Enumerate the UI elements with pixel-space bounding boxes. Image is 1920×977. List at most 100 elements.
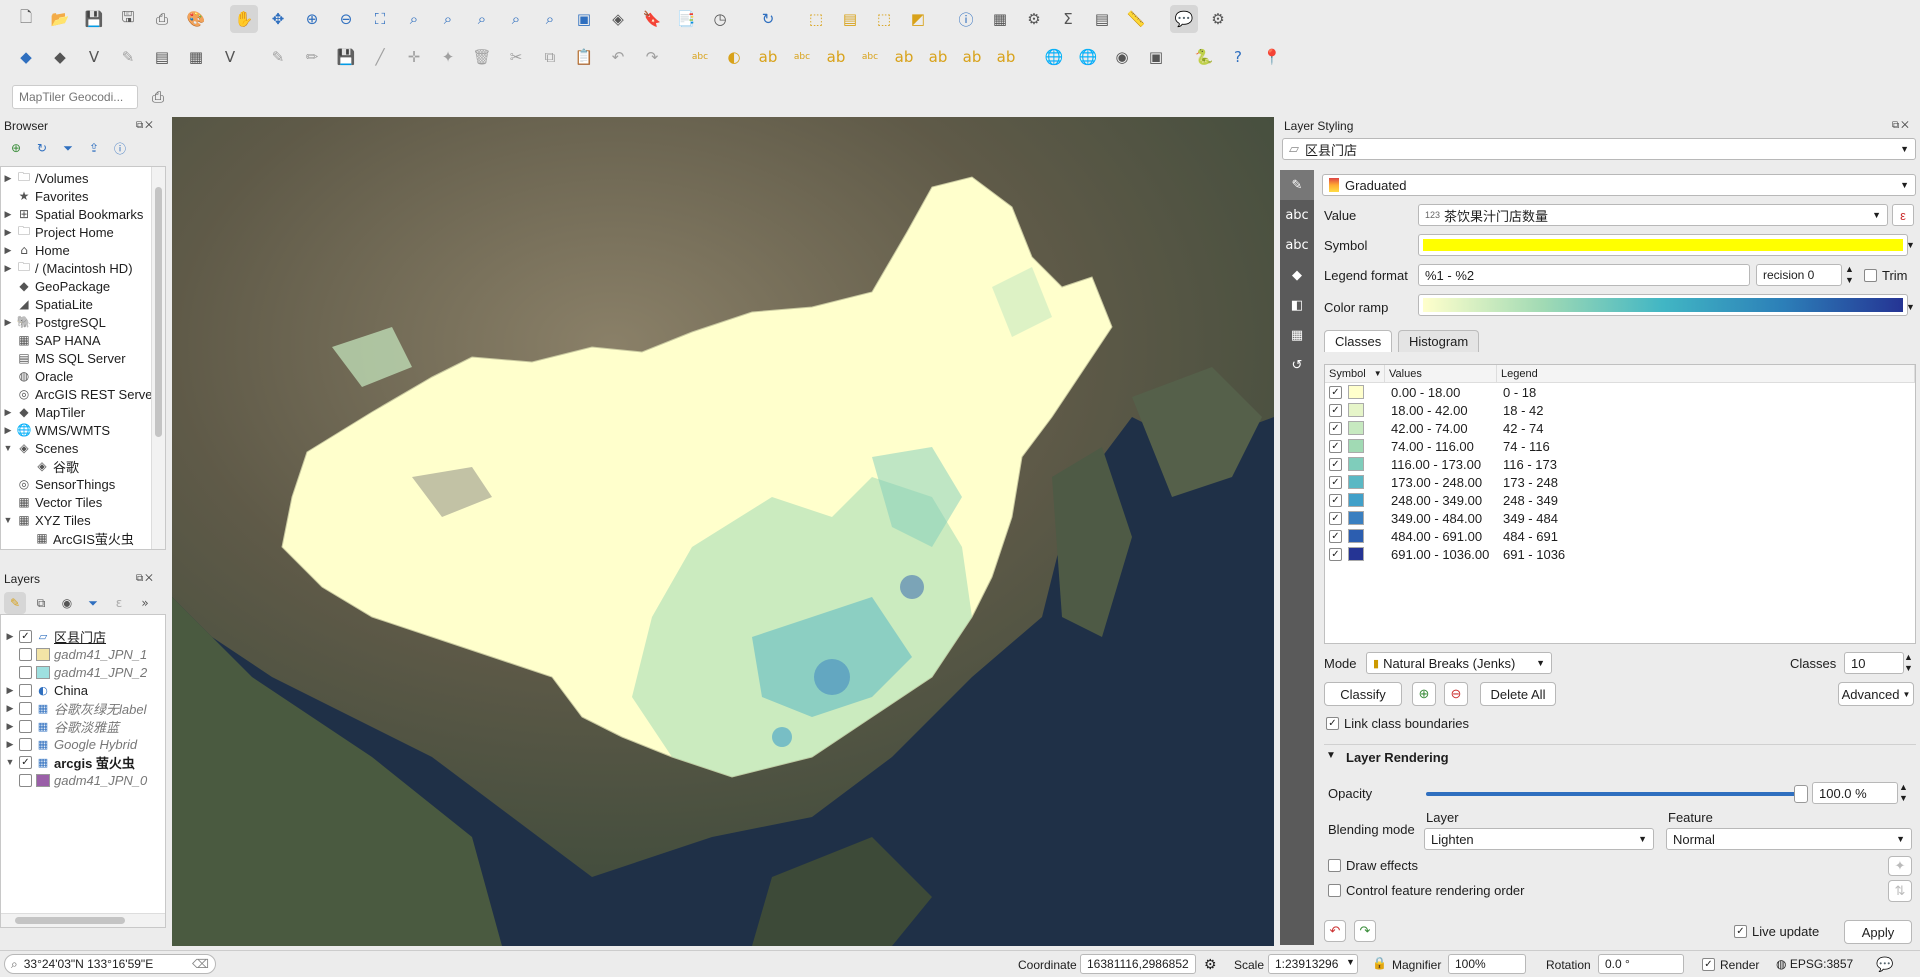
new-3d-view-icon[interactable]: ◈ <box>604 5 632 33</box>
zoom-native-icon[interactable]: ⌕ <box>468 5 496 33</box>
chevron-down-icon[interactable]: ▼ <box>1906 302 1915 312</box>
style-manager-icon[interactable]: 🎨 <box>182 5 210 33</box>
value-field[interactable]: 123 茶饮果汁门店数量 ▼ <box>1418 204 1888 226</box>
layer-item[interactable]: ▶ ▦ Google Hybrid <box>1 735 165 753</box>
delete-icon[interactable]: 🗑 <box>468 43 496 71</box>
pan-to-selection-icon[interactable]: ✥ <box>264 5 292 33</box>
layer-item[interactable]: gadm41_JPN_1 <box>1 645 165 663</box>
layer-visibility-checkbox[interactable] <box>19 773 32 787</box>
browser-item[interactable]: ◈ 谷歌 <box>1 457 165 475</box>
layer-visibility-checkbox[interactable]: ✓ <box>19 629 32 643</box>
clear-icon[interactable]: ⌫ <box>192 957 209 971</box>
browser-item[interactable]: ▼ ▦ XYZ Tiles <box>1 511 165 529</box>
no-action-icon[interactable]: ⚙ <box>1204 5 1232 33</box>
class-checkbox[interactable]: ✓ <box>1329 421 1342 435</box>
coordinate-field[interactable]: 16381116,2986852 <box>1080 954 1196 974</box>
collapsed-arrow-icon[interactable]: ▶ <box>5 721 15 732</box>
class-color-swatch[interactable] <box>1348 385 1364 399</box>
zoom-out-icon[interactable]: ⊖ <box>332 5 360 33</box>
filter-legend-icon[interactable]: ⏷ <box>82 592 104 614</box>
browser-item[interactable]: ▶ 🌐 WMS/WMTS <box>1 421 165 439</box>
class-values[interactable]: 18.00 - 42.00 <box>1385 403 1497 418</box>
robot-icon[interactable]: ◉ <box>1108 43 1136 71</box>
collapse-icon[interactable]: ⇪ <box>84 138 104 158</box>
collapse-arrow-icon[interactable]: ▼ <box>1326 750 1336 761</box>
info-icon[interactable]: ⓘ <box>110 138 130 158</box>
class-legend[interactable]: 42 - 74 <box>1497 421 1543 436</box>
expand-all-icon[interactable]: » <box>134 592 156 614</box>
browser-item[interactable]: ▶ ◆ MapTiler <box>1 403 165 421</box>
refresh-icon[interactable]: ↻ <box>32 138 52 158</box>
class-row[interactable]: ✓ 484.00 - 691.00 484 - 691 <box>1325 527 1915 545</box>
class-row[interactable]: ✓ 349.00 - 484.00 349 - 484 <box>1325 509 1915 527</box>
legend-format-input[interactable]: %1 - %2 <box>1418 264 1750 286</box>
trim-checkbox[interactable] <box>1864 269 1877 282</box>
class-values[interactable]: 173.00 - 248.00 <box>1385 475 1497 490</box>
add-class-icon[interactable]: ⊕ <box>1412 682 1436 706</box>
3d-view-tab-icon[interactable]: ◆ <box>1280 260 1314 290</box>
class-legend[interactable]: 18 - 42 <box>1497 403 1543 418</box>
print-layout-icon[interactable]: ⎙ <box>148 5 176 33</box>
digitize-icon[interactable]: ✎ <box>114 43 142 71</box>
class-color-swatch[interactable] <box>1348 421 1364 435</box>
zoom-to-layer-icon[interactable]: ⌕ <box>434 5 462 33</box>
class-checkbox[interactable]: ✓ <box>1329 439 1342 453</box>
add-feature-icon[interactable]: ╱ <box>366 43 394 71</box>
layer-item[interactable]: ▶ ▦ 谷歌淡雅蓝 <box>1 717 165 735</box>
class-checkbox[interactable]: ✓ <box>1329 511 1342 525</box>
collapsed-arrow-icon[interactable]: ▶ <box>5 685 15 696</box>
measure-icon[interactable]: 📏 <box>1122 5 1150 33</box>
class-color-swatch[interactable] <box>1348 547 1364 561</box>
browser-item[interactable]: ◎ ArcGIS REST Server <box>1 385 165 403</box>
class-legend[interactable]: 248 - 349 <box>1497 493 1558 508</box>
zoom-in-icon[interactable]: ⊕ <box>298 5 326 33</box>
layer-visibility-checkbox[interactable] <box>19 719 32 733</box>
class-checkbox[interactable]: ✓ <box>1329 529 1342 543</box>
globe-grid-icon[interactable]: 🌐 <box>1074 43 1102 71</box>
attribute-table-icon[interactable]: ▦ <box>986 5 1014 33</box>
order-icon[interactable]: ⇅ <box>1888 880 1912 902</box>
layer-visibility-checkbox[interactable] <box>19 737 32 751</box>
collapsed-arrow-icon[interactable]: ▶ <box>1 263 15 274</box>
messages-icon[interactable]: 💬 <box>1876 956 1893 973</box>
class-row[interactable]: ✓ 173.00 - 248.00 173 - 248 <box>1325 473 1915 491</box>
zoom-to-selection-icon[interactable]: ⌕ <box>400 5 428 33</box>
new-project-icon[interactable]: 🗋 <box>12 5 40 33</box>
effects-icon[interactable]: ✦ <box>1888 856 1912 876</box>
new-bookmark-icon[interactable]: 🔖 <box>638 5 666 33</box>
chevron-down-icon[interactable]: ▼ <box>1906 240 1915 250</box>
browser-item[interactable]: ▤ MS SQL Server <box>1 349 165 367</box>
select-by-value-icon[interactable]: ▤ <box>836 5 864 33</box>
tab-classes[interactable]: Classes <box>1324 330 1393 352</box>
show-bookmarks-icon[interactable]: 📑 <box>672 5 700 33</box>
geocoder-input[interactable] <box>12 85 138 109</box>
filter-icon[interactable]: ⏷ <box>58 138 78 158</box>
col-legend[interactable]: Legend <box>1497 365 1915 382</box>
print-icon[interactable]: ⎙ <box>144 83 172 111</box>
open-styling-icon[interactable]: ✎ <box>4 592 26 614</box>
renderer-select[interactable]: Graduated ▼ <box>1322 174 1916 196</box>
manage-visibility-icon[interactable]: ◉ <box>56 592 78 614</box>
layer-item[interactable]: gadm41_JPN_0 <box>1 771 165 789</box>
new-temporary-layer-icon[interactable]: ▤ <box>148 43 176 71</box>
browser-item[interactable]: ▶ 🗀 / (Macintosh HD) <box>1 259 165 277</box>
browser-item[interactable]: ▶ ⌂ Home <box>1 241 165 259</box>
label-highlight-icon[interactable]: ◐ <box>720 43 748 71</box>
remove-class-icon[interactable]: ⊖ <box>1444 682 1468 706</box>
undo-icon[interactable]: ↶ <box>1324 920 1346 942</box>
apply-button[interactable]: Apply <box>1844 920 1912 944</box>
class-checkbox[interactable]: ✓ <box>1329 403 1342 417</box>
undo-icon[interactable]: ↶ <box>604 43 632 71</box>
save-as-icon[interactable]: 🖫 <box>114 5 142 33</box>
draw-effects-checkbox[interactable] <box>1328 859 1341 872</box>
browser-scrollbar[interactable] <box>151 167 165 549</box>
col-values[interactable]: Values <box>1385 365 1497 382</box>
new-mesh-icon[interactable]: V <box>216 43 244 71</box>
processing-toolbox-icon[interactable]: ⚙ <box>1020 5 1048 33</box>
label-pin-diagram-icon[interactable]: ab <box>924 43 952 71</box>
advanced-button[interactable]: Advanced ▼ <box>1838 682 1914 706</box>
tab-histogram[interactable]: Histogram <box>1398 330 1480 352</box>
browser-item[interactable]: ★ Favorites <box>1 187 165 205</box>
class-legend[interactable]: 116 - 173 <box>1497 457 1557 472</box>
collapsed-arrow-icon[interactable]: ▶ <box>1 173 15 184</box>
